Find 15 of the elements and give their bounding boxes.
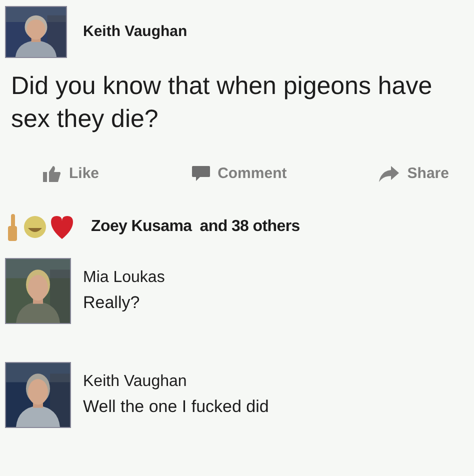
thumbs-up-icon	[43, 166, 61, 182]
comment-author[interactable]: Mia Loukas	[83, 266, 165, 290]
share-button[interactable]: Share	[379, 163, 449, 186]
post-text: Did you know that when pigeons have sex they die?	[11, 71, 434, 134]
reaction-count[interactable]: and 38 others	[200, 214, 300, 238]
share-arrow-icon	[379, 166, 400, 182]
comment-text: Well the one I fucked did	[83, 396, 269, 418]
reaction-names[interactable]: Zoey Kusama	[91, 214, 192, 238]
speech-bubble-icon	[192, 166, 210, 182]
like-button[interactable]: Like	[43, 163, 100, 186]
comment-text: Really?	[83, 292, 141, 314]
comment-button[interactable]: Comment	[192, 163, 287, 186]
reaction-icons-drawing	[5, 212, 75, 242]
comment-author[interactable]: Keith Vaughan	[83, 370, 269, 394]
author-name[interactable]: Keith Vaughan	[83, 20, 188, 44]
